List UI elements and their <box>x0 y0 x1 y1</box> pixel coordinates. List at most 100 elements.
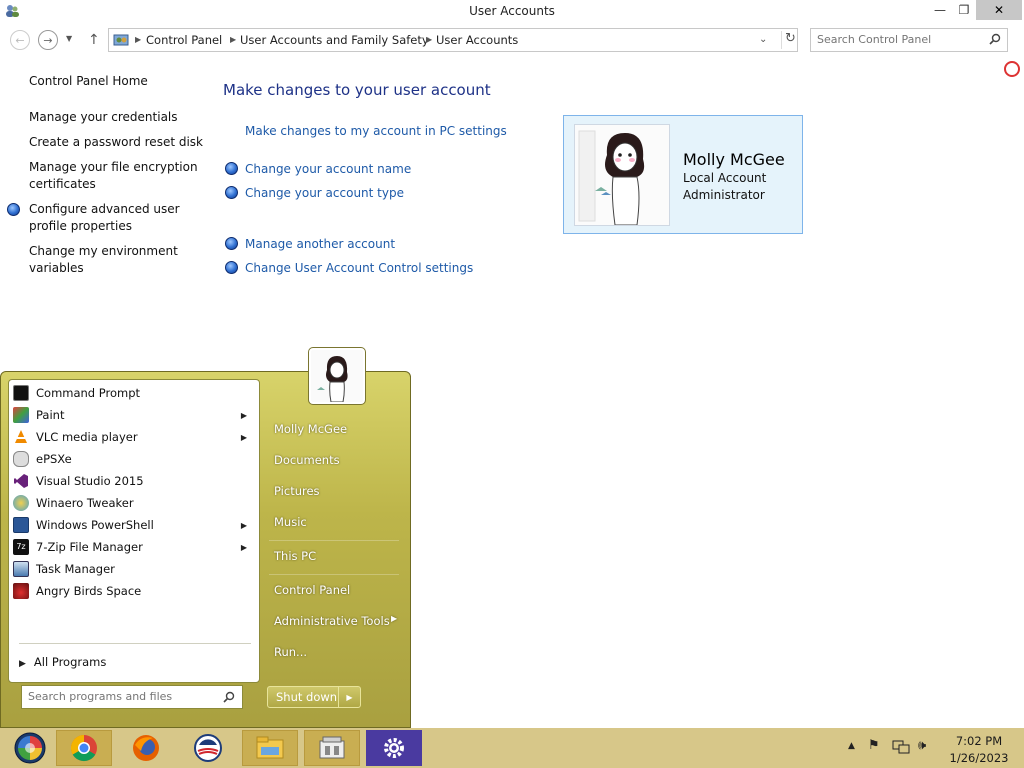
powershell-icon <box>13 517 29 533</box>
chevron-down-icon[interactable]: ⌄ <box>759 34 767 45</box>
program-label: Visual Studio 2015 <box>36 474 144 488</box>
arrow-right-icon: → <box>43 33 53 47</box>
shutdown-options-arrow[interactable]: ▶ <box>338 687 360 707</box>
title-bar: User Accounts — ❐ ✕ <box>0 0 1024 22</box>
program-label: ePSXe <box>36 452 72 466</box>
account-picture <box>574 124 670 226</box>
change-account-name-link[interactable]: Change your account name <box>245 162 411 176</box>
search-box[interactable] <box>810 28 1008 52</box>
submenu-arrow-icon: ▶ <box>240 432 247 442</box>
chevron-right-icon: ▶ <box>426 35 433 44</box>
taskbar-chrome[interactable] <box>56 730 112 766</box>
start-link-documents[interactable]: Documents <box>274 453 340 467</box>
shield-icon <box>225 237 238 250</box>
arrow-up-icon: ↑ <box>88 32 100 48</box>
forward-button[interactable]: → <box>38 30 58 50</box>
start-search-box[interactable] <box>21 685 243 709</box>
breadcrumb-user-accounts-family-safety[interactable]: User Accounts and Family Safety <box>240 33 429 47</box>
taskbar-control-panel[interactable] <box>304 730 360 766</box>
close-button[interactable]: ✕ <box>976 0 1022 20</box>
shield-icon <box>7 203 20 216</box>
submenu-arrow-icon: ▶ <box>240 520 247 530</box>
create-password-reset-disk-link[interactable]: Create a password reset disk <box>29 134 204 151</box>
program-vlc[interactable]: VLC media player ▶ <box>13 426 257 448</box>
divider <box>19 643 251 644</box>
program-label: Task Manager <box>36 562 115 576</box>
program-label: 7-Zip File Manager <box>36 540 143 554</box>
program-visual-studio[interactable]: Visual Studio 2015 <box>13 470 257 492</box>
navigation-bar: ← → ▼ ↑ ▶ Control Panel ▶ User Accounts … <box>0 26 1024 54</box>
change-account-type-link[interactable]: Change your account type <box>245 186 404 200</box>
program-7zip[interactable]: 7z 7-Zip File Manager ▶ <box>13 536 257 558</box>
search-icon[interactable] <box>989 33 1001 45</box>
taskbar-settings[interactable] <box>366 730 422 766</box>
control-panel-icon <box>319 736 345 759</box>
chevron-right-icon: ▶ <box>230 35 237 44</box>
shield-icon <box>225 186 238 199</box>
change-uac-settings-link[interactable]: Change User Account Control settings <box>245 261 473 275</box>
avatar <box>311 350 363 402</box>
address-bar[interactable]: ▶ Control Panel ▶ User Accounts and Fami… <box>108 28 798 52</box>
taskbar-clock[interactable]: 7:02 PM 1/26/2023 <box>944 733 1014 767</box>
program-command-prompt[interactable]: Command Prompt <box>13 382 257 404</box>
program-label: Angry Birds Space <box>36 584 142 598</box>
program-powershell[interactable]: Windows PowerShell ▶ <box>13 514 257 536</box>
breadcrumb-user-accounts[interactable]: User Accounts <box>436 33 518 47</box>
visual-studio-icon <box>14 474 28 488</box>
angry-birds-icon <box>13 583 29 599</box>
chevron-right-icon: ▶ <box>135 35 142 44</box>
shield-icon <box>225 261 238 274</box>
network-icon[interactable] <box>892 739 910 755</box>
help-icon[interactable] <box>1004 61 1020 77</box>
program-label: Command Prompt <box>36 386 141 400</box>
start-link-music[interactable]: Music <box>274 515 307 529</box>
up-button[interactable]: ↑ <box>88 32 100 48</box>
refresh-button[interactable]: ↻ <box>781 31 799 49</box>
triangle-right-icon: ▶ <box>19 659 26 669</box>
manage-another-account-link[interactable]: Manage another account <box>245 237 395 251</box>
show-hidden-icons-button[interactable]: ▲ <box>848 741 855 751</box>
taskbar-campaign-app[interactable] <box>180 730 236 766</box>
search-icon[interactable] <box>223 691 235 703</box>
program-winaero-tweaker[interactable]: Winaero Tweaker <box>13 492 257 514</box>
start-button[interactable] <box>2 730 58 766</box>
control-panel-home-link[interactable]: Control Panel Home <box>29 73 204 90</box>
environment-variables-link[interactable]: Change my environment variables <box>29 243 204 277</box>
shutdown-label: Shut down <box>276 690 338 704</box>
file-encryption-certificates-link[interactable]: Manage your file encryption certificates <box>29 159 204 193</box>
shutdown-button[interactable]: Shut down ▶ <box>267 686 361 708</box>
program-label: Winaero Tweaker <box>36 496 134 510</box>
start-link-user[interactable]: Molly McGee <box>274 422 347 436</box>
start-link-this-pc[interactable]: This PC <box>274 549 316 563</box>
user-picture[interactable] <box>309 348 365 404</box>
volume-icon[interactable]: 🕪 <box>918 738 926 753</box>
manage-credentials-link[interactable]: Manage your credentials <box>29 109 204 126</box>
recent-locations-dropdown[interactable]: ▼ <box>66 34 72 43</box>
maximize-button[interactable]: ❐ <box>950 0 978 20</box>
breadcrumb-control-panel[interactable]: Control Panel <box>146 33 222 47</box>
program-paint[interactable]: Paint ▶ <box>13 404 257 426</box>
program-angry-birds[interactable]: Angry Birds Space <box>13 580 257 602</box>
pc-settings-link[interactable]: Make changes to my account in PC setting… <box>245 124 507 138</box>
program-label: Paint <box>36 408 65 422</box>
back-button[interactable]: ← <box>10 30 30 50</box>
start-link-run[interactable]: Run... <box>274 645 307 659</box>
program-task-manager[interactable]: Task Manager <box>13 558 257 580</box>
all-programs-button[interactable]: ▶ All Programs <box>19 655 106 669</box>
start-link-administrative-tools[interactable]: Administrative Tools <box>274 614 390 628</box>
advanced-user-profile-link[interactable]: Configure advanced user profile properti… <box>29 201 204 235</box>
program-epsxe[interactable]: ePSXe <box>13 448 257 470</box>
start-orb-icon <box>14 732 46 764</box>
action-center-flag-icon[interactable]: ⚑ <box>868 738 880 753</box>
taskbar-file-explorer[interactable] <box>242 730 298 766</box>
submenu-arrow-icon: ▶ <box>391 614 398 623</box>
start-link-pictures[interactable]: Pictures <box>274 484 320 498</box>
start-search-input[interactable] <box>28 690 214 703</box>
start-link-control-panel[interactable]: Control Panel <box>274 583 350 597</box>
taskbar-firefox[interactable] <box>118 730 174 766</box>
program-label: VLC media player <box>36 430 138 444</box>
search-input[interactable] <box>817 33 977 46</box>
program-label: Windows PowerShell <box>36 518 154 532</box>
start-menu: Command Prompt Paint ▶ VLC media player … <box>0 348 411 728</box>
campaign-logo-icon <box>194 734 222 762</box>
